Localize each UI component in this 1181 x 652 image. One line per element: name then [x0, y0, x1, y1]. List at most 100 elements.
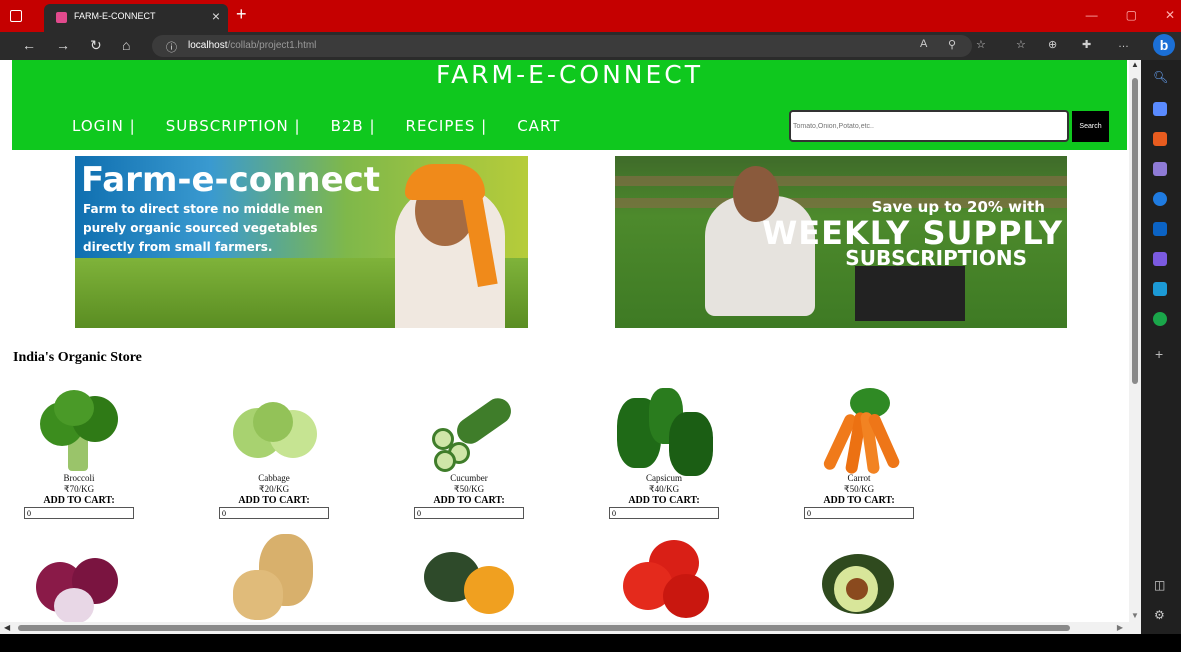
outlook-icon[interactable] — [1153, 222, 1167, 236]
broccoli-image — [24, 388, 134, 473]
product-price: ₹20/KG — [258, 484, 290, 494]
product-card — [609, 534, 719, 619]
potato-image — [219, 530, 329, 620]
sidebar-toggle-icon[interactable]: ◫ — [1154, 578, 1165, 592]
banner-weekly-supply: Save up to 20% with WEEKLY SUPPLY SUBSCR… — [615, 156, 1067, 328]
url-path: /collab/project1.html — [227, 40, 317, 51]
edge-sidebar: 🔍︎ + ◫ ⚙ — [1141, 60, 1181, 634]
browser-tab[interactable]: FARM-E-CONNECT × — [44, 4, 228, 32]
product-name: Capsicum — [646, 473, 682, 483]
quantity-input[interactable] — [804, 507, 914, 519]
games-icon[interactable] — [1153, 162, 1167, 176]
capsicum-image — [609, 388, 719, 476]
menu-subscription[interactable]: SUBSCRIPTION | — [166, 117, 301, 135]
product-name: Cabbage — [258, 473, 290, 483]
product-price: ₹50/KG — [843, 484, 875, 494]
microsoft-365-icon[interactable] — [1153, 192, 1167, 206]
crate-image — [855, 266, 965, 321]
more-menu-icon[interactable]: … — [1118, 38, 1129, 50]
product-card: Capsicum ₹40/KG ADD TO CART: — [609, 388, 719, 519]
search-input[interactable] — [789, 110, 1069, 142]
restore-icon[interactable]: ▢ — [1126, 8, 1137, 22]
quantity-input[interactable] — [219, 507, 329, 519]
scroll-up-icon[interactable]: ▲ — [1131, 60, 1139, 69]
drop-icon[interactable] — [1153, 282, 1167, 296]
quantity-input[interactable] — [24, 507, 134, 519]
bing-copilot-icon[interactable]: b — [1153, 34, 1175, 56]
menu-b2b[interactable]: B2B | — [331, 117, 376, 135]
product-price: ₹40/KG — [648, 484, 680, 494]
site-info-icon[interactable]: ⓘ — [166, 39, 177, 55]
page-viewport: FARM-E-CONNECT LOGIN | SUBSCRIPTION | B2… — [0, 60, 1141, 634]
search-button[interactable]: Search — [1072, 111, 1109, 142]
menu-login[interactable]: LOGIN | — [72, 117, 136, 135]
refresh-icon[interactable]: ↻ — [90, 37, 102, 54]
close-window-icon[interactable]: ✕ — [1165, 8, 1175, 22]
product-card — [24, 538, 134, 624]
address-bar-row: ← → ↻ ⌂ ⓘ localhost/collab/project1.html… — [0, 32, 1181, 60]
product-card: Carrot ₹50/KG ADD TO CART: — [804, 388, 914, 519]
extensions-icon[interactable]: ✚ — [1082, 38, 1091, 51]
banner-farm-e-connect: Farm-e-connect Farm to direct store no m… — [75, 156, 528, 328]
vertical-scroll-thumb[interactable] — [1132, 78, 1138, 384]
product-price: ₹50/KG — [453, 484, 485, 494]
new-tab-icon[interactable]: + — [236, 4, 247, 25]
quantity-input[interactable] — [414, 507, 524, 519]
add-to-cart-label: ADD TO CART: — [628, 495, 700, 506]
add-to-cart-label: ADD TO CART: — [433, 495, 505, 506]
url-host: localhost — [188, 40, 228, 51]
window-controls: — ▢ ✕ — [1086, 8, 1175, 22]
product-name: Carrot — [847, 473, 871, 483]
banner-line: Farm to direct store no middle men — [83, 202, 323, 216]
cabbage-image — [219, 388, 329, 473]
url-field[interactable]: ⓘ localhost/collab/project1.html — [152, 35, 972, 57]
site-header: FARM-E-CONNECT LOGIN | SUBSCRIPTION | B2… — [12, 60, 1127, 150]
shopping-icon[interactable] — [1153, 102, 1167, 116]
favicon-icon — [56, 12, 67, 23]
banner-line: directly from small farmers. — [83, 240, 273, 254]
product-name: Cucumber — [450, 473, 488, 483]
menu-cart[interactable]: CART — [517, 117, 560, 135]
scroll-left-icon[interactable]: ◀ — [4, 623, 10, 632]
banner-subscriptions-text: SUBSCRIPTIONS — [845, 246, 1027, 270]
search-icon[interactable]: 🔍︎ — [1153, 70, 1168, 84]
designer-icon[interactable] — [1153, 252, 1167, 266]
tools-icon[interactable] — [1153, 132, 1167, 146]
sidebar-settings-icon[interactable]: ⚙ — [1154, 608, 1165, 622]
quantity-input[interactable] — [609, 507, 719, 519]
home-icon[interactable]: ⌂ — [122, 37, 130, 53]
avocado-image — [804, 544, 914, 629]
product-name: Broccoli — [63, 473, 95, 483]
tree-icon[interactable] — [1153, 312, 1167, 326]
scroll-down-icon[interactable]: ▼ — [1131, 611, 1139, 620]
pumpkin-image — [414, 546, 524, 631]
onion-image — [24, 538, 134, 624]
add-to-cart-label: ADD TO CART: — [823, 495, 895, 506]
horizontal-scroll-thumb[interactable] — [18, 625, 1070, 631]
menu-recipes[interactable]: RECIPES | — [406, 117, 488, 135]
carrot-image — [804, 388, 914, 475]
window-menu-icon[interactable] — [10, 10, 22, 22]
forward-icon[interactable]: → — [56, 37, 70, 53]
favorite-add-icon[interactable]: ☆ — [976, 38, 986, 51]
product-card: Cucumber ₹50/KG ADD TO CART: — [414, 388, 524, 519]
read-aloud-icon[interactable]: A — [920, 38, 927, 50]
zoom-icon[interactable]: ⚲ — [948, 38, 956, 51]
add-sidebar-app-icon[interactable]: + — [1155, 346, 1163, 362]
product-card — [219, 530, 329, 620]
horizontal-scrollbar[interactable]: ◀ ▶ — [0, 622, 1129, 634]
cucumber-image — [414, 388, 524, 473]
minimize-icon[interactable]: — — [1086, 8, 1098, 22]
vertical-scrollbar[interactable]: ▲ ▼ — [1129, 60, 1141, 634]
add-to-cart-label: ADD TO CART: — [238, 495, 310, 506]
product-price: ₹70/KG — [63, 484, 95, 494]
product-card: Broccoli ₹70/KG ADD TO CART: — [24, 388, 134, 519]
back-icon[interactable]: ← — [22, 37, 36, 53]
tab-title: FARM-E-CONNECT — [74, 11, 156, 21]
collections-icon[interactable]: ⊕ — [1048, 38, 1057, 51]
scroll-right-icon[interactable]: ▶ — [1117, 623, 1123, 632]
product-card — [804, 544, 914, 629]
tab-close-icon[interactable]: × — [212, 8, 220, 24]
banner-line: purely organic sourced vegetables — [83, 221, 318, 235]
favorites-icon[interactable]: ☆ — [1016, 38, 1026, 51]
